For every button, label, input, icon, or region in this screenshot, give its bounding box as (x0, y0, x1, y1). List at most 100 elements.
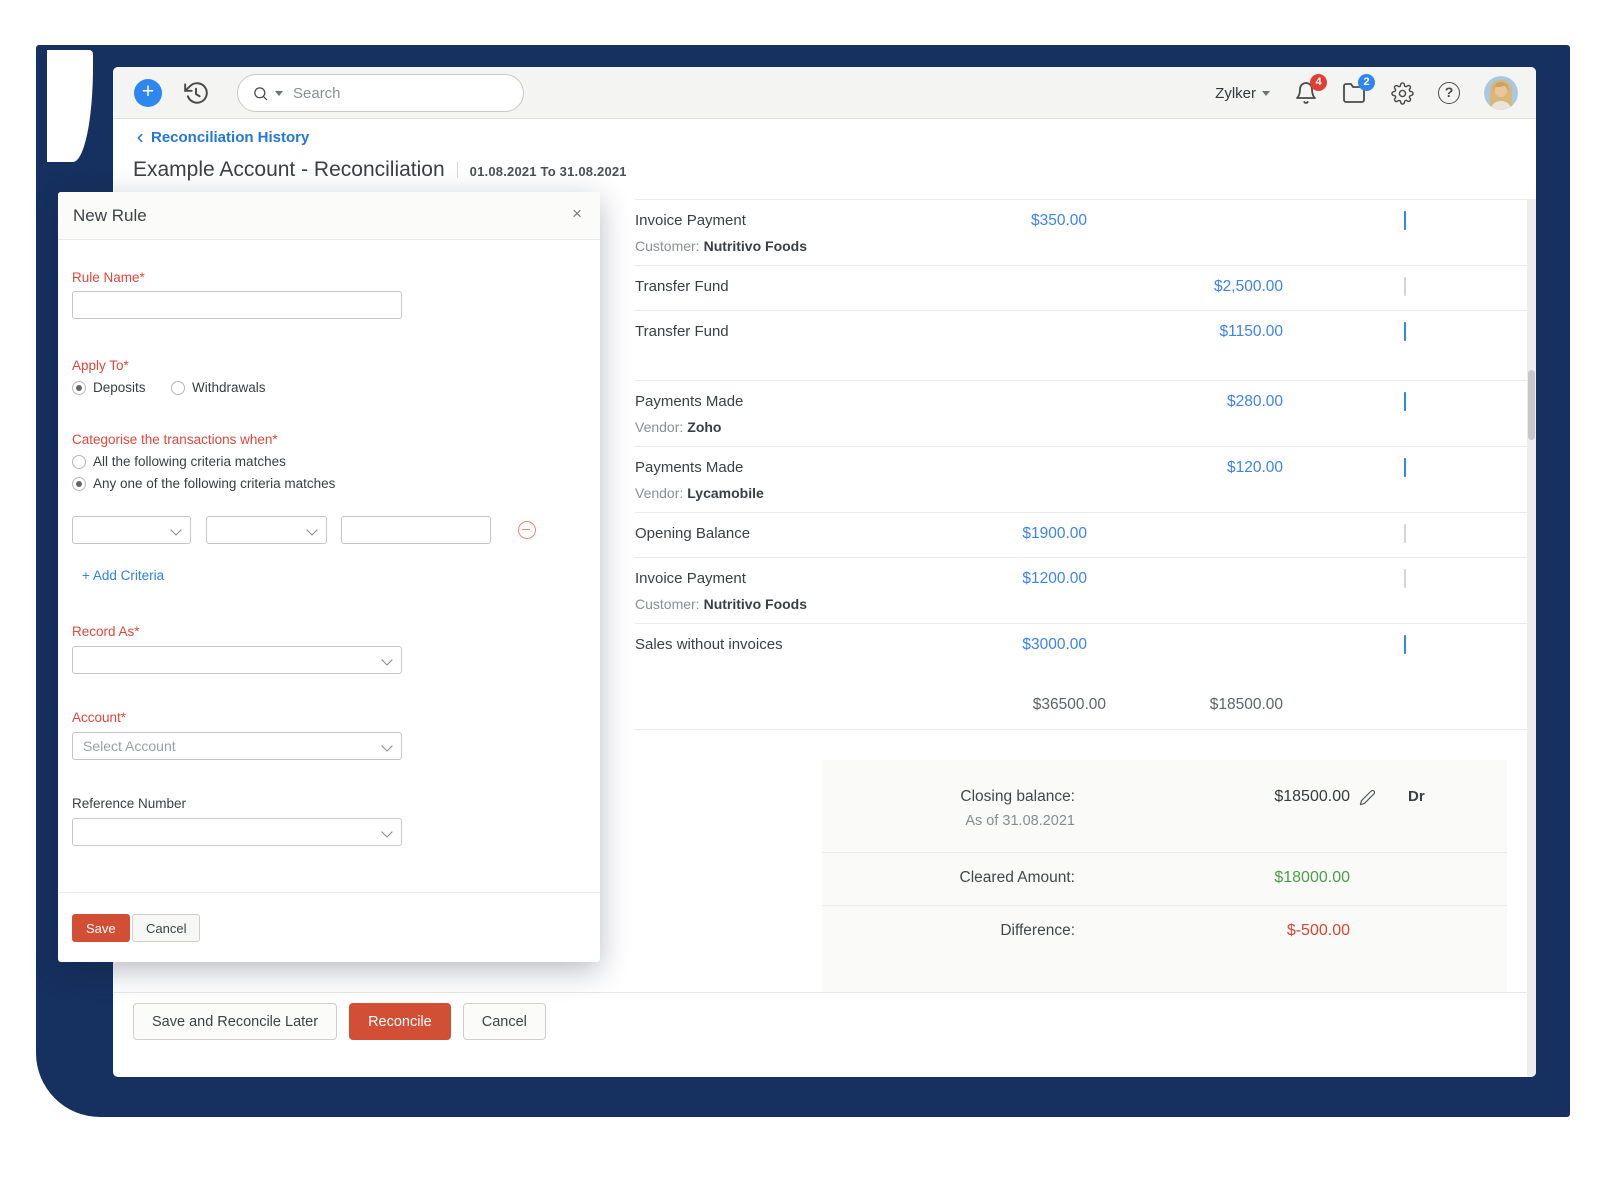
record-as-select[interactable] (72, 646, 402, 674)
breadcrumb-label: Reconciliation History (151, 129, 309, 146)
table-row: Transfer Fund $2,500.00 (635, 265, 1527, 310)
withdrawal-amount (1087, 525, 1283, 557)
row-checkbox[interactable] (1404, 458, 1406, 477)
criteria-comparator-select[interactable] (206, 516, 327, 544)
quick-create-button[interactable]: + (134, 79, 162, 107)
closing-balance-label: Closing balance: (822, 788, 1075, 806)
notifications-button[interactable]: 4 (1294, 81, 1318, 105)
reconcile-button[interactable]: Reconcile (349, 1003, 451, 1040)
row-checkbox[interactable] (1404, 635, 1406, 654)
chevron-down-icon (1262, 91, 1270, 96)
remove-criteria-icon[interactable] (518, 521, 536, 539)
table-row: Payments Made Vendor:Zoho $280.00 (635, 380, 1527, 446)
reference-number-label: Reference Number (72, 796, 186, 811)
withdrawal-amount (1087, 636, 1283, 668)
cancel-rule-button[interactable]: Cancel (132, 914, 200, 942)
new-rule-modal: New Rule × Rule Name* Apply To* Deposits… (58, 192, 600, 962)
deposit-amount: $350.00 (887, 212, 1087, 265)
rule-name-label: Rule Name* (72, 270, 145, 285)
modal-footer-divider (58, 892, 600, 893)
topbar: + Zylker 4 (113, 67, 1536, 119)
apply-to-withdrawals-radio[interactable]: Withdrawals (171, 380, 266, 395)
radio-label: Any one of the following criteria matche… (93, 476, 335, 491)
row-checkbox[interactable] (1404, 277, 1406, 296)
org-name: Zylker (1215, 85, 1256, 102)
radio-label: Deposits (93, 380, 146, 395)
row-checkbox[interactable] (1404, 211, 1406, 230)
cleared-amount-row: Cleared Amount: $18000.00 (822, 852, 1507, 905)
table-row: Payments Made Vendor:Lycamobile $120.00 (635, 446, 1527, 512)
reference-number-select[interactable] (72, 818, 402, 846)
reconcile-summary: Closing balance: As of 31.08.2021 $18500… (822, 760, 1507, 992)
criteria-all-radio[interactable]: All the following criteria matches (72, 454, 286, 469)
transaction-type: Sales without invoices (635, 636, 887, 653)
transactions-table: Invoice Payment Customer:Nutritivo Foods… (635, 199, 1527, 730)
help-button[interactable]: ? (1438, 82, 1460, 104)
avatar-image (1484, 76, 1518, 110)
transaction-contact: Vendor:Lycamobile (635, 485, 887, 501)
account-label: Account* (72, 710, 126, 725)
radio-icon (72, 477, 86, 491)
criteria-any-radio[interactable]: Any one of the following criteria matche… (72, 476, 335, 491)
add-criteria-link[interactable]: + Add Criteria (82, 568, 164, 583)
deposit-amount: $1900.00 (887, 525, 1087, 557)
modal-title: New Rule (73, 206, 147, 226)
row-checkbox[interactable] (1404, 524, 1406, 543)
criteria-field-select[interactable] (72, 516, 191, 544)
documents-button[interactable]: 2 (1342, 81, 1366, 105)
pencil-icon (1359, 789, 1376, 806)
edit-closing-balance-button[interactable] (1359, 789, 1376, 811)
transaction-type: Transfer Fund (635, 323, 887, 340)
row-checkbox[interactable] (1404, 569, 1406, 588)
transaction-type: Payments Made (635, 393, 887, 410)
account-select[interactable]: Select Account (72, 732, 402, 760)
radio-label: Withdrawals (192, 380, 266, 395)
org-switcher[interactable]: Zylker (1215, 85, 1270, 102)
table-row: Sales without invoices $3000.00 (635, 623, 1527, 668)
cancel-reconcile-button[interactable]: Cancel (463, 1003, 546, 1040)
radio-icon (72, 455, 86, 469)
search-input[interactable] (293, 85, 473, 102)
user-avatar[interactable] (1484, 76, 1518, 110)
footer-divider (113, 992, 1536, 993)
difference-row: Difference: $-500.00 (822, 905, 1507, 992)
scrollbar-track (1527, 199, 1536, 1077)
closing-balance-row: Closing balance: As of 31.08.2021 $18500… (822, 760, 1507, 852)
row-checkbox[interactable] (1404, 322, 1406, 341)
transaction-contact: Customer:Nutritivo Foods (635, 596, 887, 612)
transaction-type: Payments Made (635, 459, 887, 476)
difference-label: Difference: (822, 922, 1075, 940)
cleared-amount-label: Cleared Amount: (822, 869, 1075, 887)
table-row: Opening Balance $1900.00 (635, 512, 1527, 557)
table-row: Invoice Payment Customer:Nutritivo Foods… (635, 199, 1527, 265)
withdrawal-total: $18500.00 (1106, 696, 1283, 729)
footer-actions: Save and Reconcile Later Reconcile Cance… (133, 1003, 546, 1040)
deposit-amount (887, 393, 1087, 446)
deposit-amount: $3000.00 (887, 636, 1087, 668)
search-bar[interactable] (237, 74, 524, 112)
apply-to-deposits-radio[interactable]: Deposits (72, 380, 146, 395)
breadcrumb[interactable]: Reconciliation History (133, 129, 309, 146)
notifications-badge: 4 (1310, 74, 1327, 91)
withdrawal-amount: $120.00 (1087, 459, 1283, 512)
account-placeholder: Select Account (83, 738, 176, 754)
save-rule-button[interactable]: Save (72, 914, 130, 942)
page-title: Example Account - Reconciliation (133, 158, 445, 182)
save-and-reconcile-later-button[interactable]: Save and Reconcile Later (133, 1003, 337, 1040)
table-row: Transfer Fund $1150.00 (635, 310, 1527, 380)
row-checkbox[interactable] (1404, 392, 1406, 411)
transaction-contact: Customer:Nutritivo Foods (635, 238, 887, 254)
rule-name-input[interactable] (72, 291, 402, 319)
cleared-amount-value: $18000.00 (1075, 869, 1350, 887)
scrollbar-thumb[interactable] (1528, 370, 1535, 440)
date-range: 01.08.2021 To 31.08.2021 (470, 164, 627, 179)
close-icon[interactable]: × (572, 204, 582, 224)
criteria-value-input[interactable] (341, 516, 491, 544)
record-as-label: Record As* (72, 624, 140, 639)
transaction-type: Invoice Payment (635, 570, 887, 587)
search-scope-caret-icon[interactable] (275, 91, 283, 96)
settings-button[interactable] (1390, 81, 1414, 105)
withdrawal-amount: $2,500.00 (1087, 278, 1283, 310)
chevron-left-icon (133, 131, 147, 145)
recent-history-icon[interactable] (182, 79, 210, 107)
